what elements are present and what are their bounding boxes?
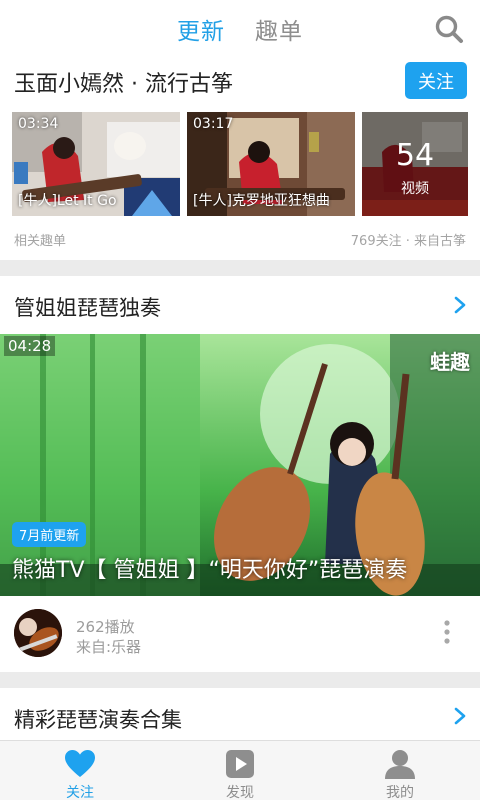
top-bar: 更新 趣单: [0, 0, 480, 58]
video-caption: [牛人]Let It Go: [18, 193, 117, 209]
search-icon[interactable]: [434, 14, 464, 44]
nav-follow-label: 关注: [66, 785, 94, 800]
playlist-title[interactable]: 精彩琵琶演奏合集: [14, 704, 182, 734]
avatar-image: [14, 609, 62, 657]
follow-button[interactable]: 关注: [405, 62, 467, 99]
follow-count-source: 769关注 · 来自古筝: [350, 234, 466, 249]
watermark-logo: 蛙趣: [430, 350, 470, 374]
play-count: 262播放: [76, 618, 135, 636]
play-icon: [226, 750, 254, 778]
video-count-label: 视频: [401, 181, 429, 197]
related-playlists-link[interactable]: 相关趣单: [14, 230, 66, 249]
nav-follow[interactable]: 关注: [0, 741, 160, 800]
more-vertical-icon[interactable]: [444, 620, 450, 644]
heart-icon: [65, 750, 95, 777]
video-thumbnail[interactable]: 03:34 [牛人]Let It Go: [12, 112, 180, 216]
playlist-title[interactable]: 玉面小嫣然 · 流行古筝: [14, 66, 233, 98]
video-duration: 04:28: [4, 336, 56, 356]
updated-badge: 7月前更新: [12, 522, 87, 547]
video-duration: 03:17: [193, 116, 234, 132]
playlist-title[interactable]: 管姐姐琵琶独奏: [14, 292, 161, 322]
video-thumbnail[interactable]: 03:17 [牛人]克罗地亚狂想曲: [187, 112, 355, 216]
nav-discover-label: 发现: [226, 785, 254, 800]
playlist-card[interactable]: 精彩琵琶演奏合集: [0, 688, 480, 740]
chevron-right-icon[interactable]: [454, 296, 466, 314]
playlist-card[interactable]: 管姐姐琵琶独奏 04:28 蛙趣 7月前更新 熊猫TV【 管姐姐 】“明天你好”…: [0, 276, 480, 672]
video-player[interactable]: 04:28 蛙趣 7月前更新 熊猫TV【 管姐姐 】“明天你好”琵琶演奏: [0, 334, 480, 596]
tab-playlists[interactable]: 趣单: [255, 12, 303, 46]
nav-me-label: 我的: [386, 785, 414, 800]
tab-updates[interactable]: 更新: [177, 12, 225, 46]
video-count: 54: [395, 138, 435, 173]
nav-discover[interactable]: 发现: [160, 741, 320, 800]
chevron-right-icon[interactable]: [454, 707, 466, 725]
playlist-card[interactable]: 玉面小嫣然 · 流行古筝 关注 03:34 [牛人]Let It Go 03:1…: [0, 58, 480, 260]
video-duration: 03:34: [18, 116, 59, 132]
person-icon: [385, 750, 415, 779]
video-source: 来自:乐器: [76, 638, 142, 656]
video-title: 熊猫TV【 管姐姐 】“明天你好”琵琶演奏: [12, 558, 408, 583]
nav-me[interactable]: 我的: [320, 741, 480, 800]
top-tabs: 更新 趣单: [0, 0, 480, 58]
avatar[interactable]: [14, 609, 62, 657]
video-caption: [牛人]克罗地亚狂想曲: [193, 193, 330, 209]
bottom-nav: 关注 发现 我的: [0, 740, 480, 800]
thumbnail-row: 03:34 [牛人]Let It Go 03:17 [牛人]克罗地亚狂想曲 54…: [12, 112, 468, 216]
more-videos-thumbnail[interactable]: 54 视频: [362, 112, 468, 216]
